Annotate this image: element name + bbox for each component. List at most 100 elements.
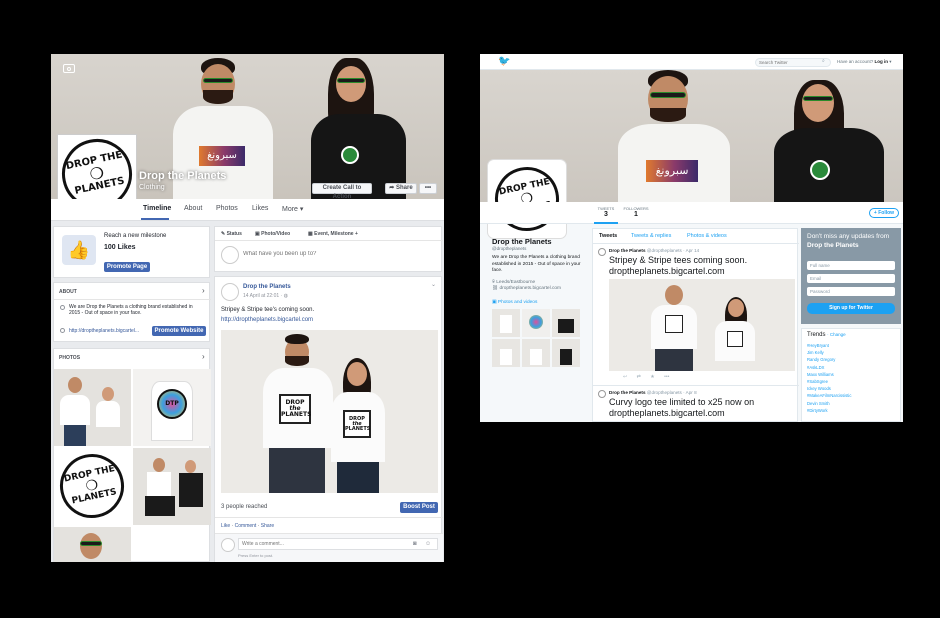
media-thumbnail[interactable] — [522, 309, 550, 337]
like-icon[interactable]: ★ — [650, 374, 654, 380]
brand-logo: DROP THE ❍ PLANETS — [491, 163, 563, 235]
photo-thumbnail[interactable] — [54, 527, 131, 562]
composer-input[interactable] — [243, 249, 423, 259]
tab-tweets-and-replies[interactable]: Tweets & replies — [631, 233, 671, 239]
tweet[interactable]: Drop the Planets @droptheplanets · Apr 8… — [593, 387, 799, 422]
photo-thumbnail[interactable] — [54, 369, 131, 446]
follow-button[interactable]: + Follow — [869, 208, 899, 218]
profile-picture[interactable]: DROP THE ❍ PLANETS — [488, 160, 566, 238]
info-icon — [60, 305, 65, 310]
promote-website-button[interactable]: Promote Website — [152, 326, 206, 336]
tweet-author[interactable]: Drop the Planets — [609, 390, 646, 395]
post-link[interactable]: http://droptheplanets.bigcartel.com — [221, 317, 313, 323]
media-thumbnail[interactable] — [552, 309, 580, 337]
composer-tab-status[interactable]: ✎ Status — [221, 231, 242, 237]
full-name-field[interactable]: Full name — [807, 261, 895, 270]
trend-item[interactable]: Randy Gregory — [807, 356, 851, 363]
signup-button[interactable]: Sign up for Twitter — [807, 303, 895, 314]
boost-post-button[interactable]: Boost Post — [400, 502, 438, 513]
tweet-photo[interactable] — [609, 279, 795, 371]
tweet-link[interactable]: droptheplanets.bigcartel.com — [609, 408, 725, 418]
create-call-to-action-button[interactable]: Create Call to Action — [312, 183, 372, 200]
trend-item[interactable]: #AskLDX — [807, 364, 851, 371]
more-options-button[interactable]: ••• — [419, 183, 437, 194]
media-thumbnail[interactable] — [522, 339, 550, 367]
tweet-link[interactable]: droptheplanets.bigcartel.com — [609, 266, 725, 276]
tab-likes[interactable]: Likes — [252, 205, 268, 212]
post-composer: ✎ Status ▣ Photo/Video ▦ Event, Mileston… — [214, 226, 443, 272]
tweet-text: Curvy logo tee limited to x25 now on — [609, 397, 755, 407]
profile-url[interactable]: ⛓ droptheplanets.bigcartel.com — [492, 286, 561, 291]
avatar — [221, 246, 239, 264]
about-heading: ABOUT — [59, 289, 77, 295]
tweet-text: Stripey & Stripe tees coming soon. — [609, 255, 748, 265]
chevron-right-icon[interactable]: › — [202, 286, 205, 295]
tab-photos-and-videos[interactable]: Photos & videos — [687, 233, 727, 239]
post-photo[interactable]: DROP the PLANETS DROP the PLANETS — [221, 330, 438, 493]
tab-tweets[interactable]: Tweets — [599, 233, 617, 239]
camera-icon[interactable]: ◙ — [413, 541, 417, 547]
photo-thumbnail[interactable] — [133, 448, 211, 525]
media-thumbnail[interactable] — [492, 339, 520, 367]
page-tabs: Timeline About Photos Likes More ▾ — [51, 199, 444, 221]
tweet-author[interactable]: Drop the Planets — [609, 248, 646, 253]
tweet-meta: @droptheplanets · Apr 14 — [646, 248, 700, 253]
tab-about[interactable]: About — [184, 205, 202, 212]
like-thumb-icon: 👍 — [62, 235, 96, 265]
login-area: Have an account? Log in ▾ — [837, 59, 892, 64]
post-author[interactable]: Drop the Planets — [243, 284, 291, 290]
tab-timeline[interactable]: Timeline — [143, 205, 171, 212]
comment-input[interactable] — [238, 538, 438, 550]
about-website-link[interactable]: http://droptheplanets.bigcartel... — [69, 328, 139, 334]
trends-change-link[interactable]: · Change — [827, 332, 846, 337]
tab-more[interactable]: More ▾ — [282, 205, 303, 213]
post-actions: Like · Comment · Share — [221, 523, 275, 529]
facebook-page-screenshot: سبرونغ DROP THE ❍ PLANETS Drop the Plane… — [51, 54, 444, 562]
password-field[interactable]: Password — [807, 287, 895, 296]
trend-item[interactable]: #HeyBryant — [807, 342, 851, 349]
search-input[interactable] — [755, 58, 831, 67]
share-action[interactable]: Share — [261, 523, 274, 529]
login-link[interactable]: Log in — [875, 59, 889, 64]
tab-photos[interactable]: Photos — [216, 205, 238, 212]
trend-item[interactable]: Maxx Williams — [807, 371, 851, 378]
milestone-likes: 100 Likes — [104, 244, 136, 251]
profile-handle: @droptheplanets — [492, 246, 527, 251]
twitter-page-screenshot: 🐦 ⌕ Have an account? Log in ▾ سبرونغ DRO… — [480, 54, 903, 422]
camera-icon[interactable] — [63, 64, 75, 73]
search-icon[interactable]: ⌕ — [822, 58, 825, 64]
composer-tab-event[interactable]: ▦ Event, Milestone + — [308, 231, 358, 237]
photo-thumbnail[interactable]: DROP THE ❍ PLANETS — [54, 448, 131, 525]
reply-icon[interactable]: ↩ — [623, 374, 627, 380]
tweet[interactable]: Drop the Planets @droptheplanets · Apr 1… — [593, 245, 799, 385]
trend-item[interactable]: Jim Kelly — [807, 349, 851, 356]
chevron-right-icon[interactable]: › — [202, 352, 205, 361]
location-icon: ⌾ — [492, 280, 495, 285]
trend-item[interactable]: #DirtyWork — [807, 407, 851, 414]
promote-page-button[interactable]: Promote Page — [104, 262, 150, 272]
emoji-icon[interactable]: ☺ — [425, 541, 431, 547]
trend-item[interactable]: #SabSgree — [807, 378, 851, 385]
composer-tab-photo-video[interactable]: ▣ Photo/Video — [255, 231, 290, 237]
public-icon: ◍ — [283, 293, 288, 299]
chevron-down-icon[interactable]: ⌄ — [431, 281, 436, 288]
like-action[interactable]: Like — [221, 523, 230, 529]
trend-item[interactable]: Ickey Woods — [807, 385, 851, 392]
media-thumbnail[interactable] — [492, 309, 520, 337]
trend-item[interactable]: Devin Smith — [807, 400, 851, 407]
stat-tweets[interactable]: TWEETS 3 — [594, 206, 618, 218]
photos-and-videos-heading[interactable]: ▣ Photos and videos — [492, 300, 537, 305]
share-button[interactable]: ➦ Share — [385, 183, 417, 194]
cover-woman — [770, 70, 900, 202]
retweet-icon[interactable]: ⇄ — [637, 374, 641, 380]
twitter-bird-icon[interactable]: 🐦 — [498, 56, 510, 67]
stat-followers[interactable]: FOLLOWERS 1 — [622, 206, 650, 218]
more-icon[interactable]: ••• — [664, 374, 669, 380]
media-thumbnail[interactable] — [552, 339, 580, 367]
email-field[interactable]: Email — [807, 274, 895, 283]
trend-item[interactable]: #MakeAFilmNarcissistic — [807, 392, 851, 399]
about-description: We are Drop the Planets a clothing brand… — [69, 304, 193, 316]
comment-action[interactable]: Comment — [235, 523, 257, 529]
shirt-print: سبرونغ — [199, 146, 245, 166]
photo-thumbnail[interactable]: DTP — [133, 369, 211, 446]
